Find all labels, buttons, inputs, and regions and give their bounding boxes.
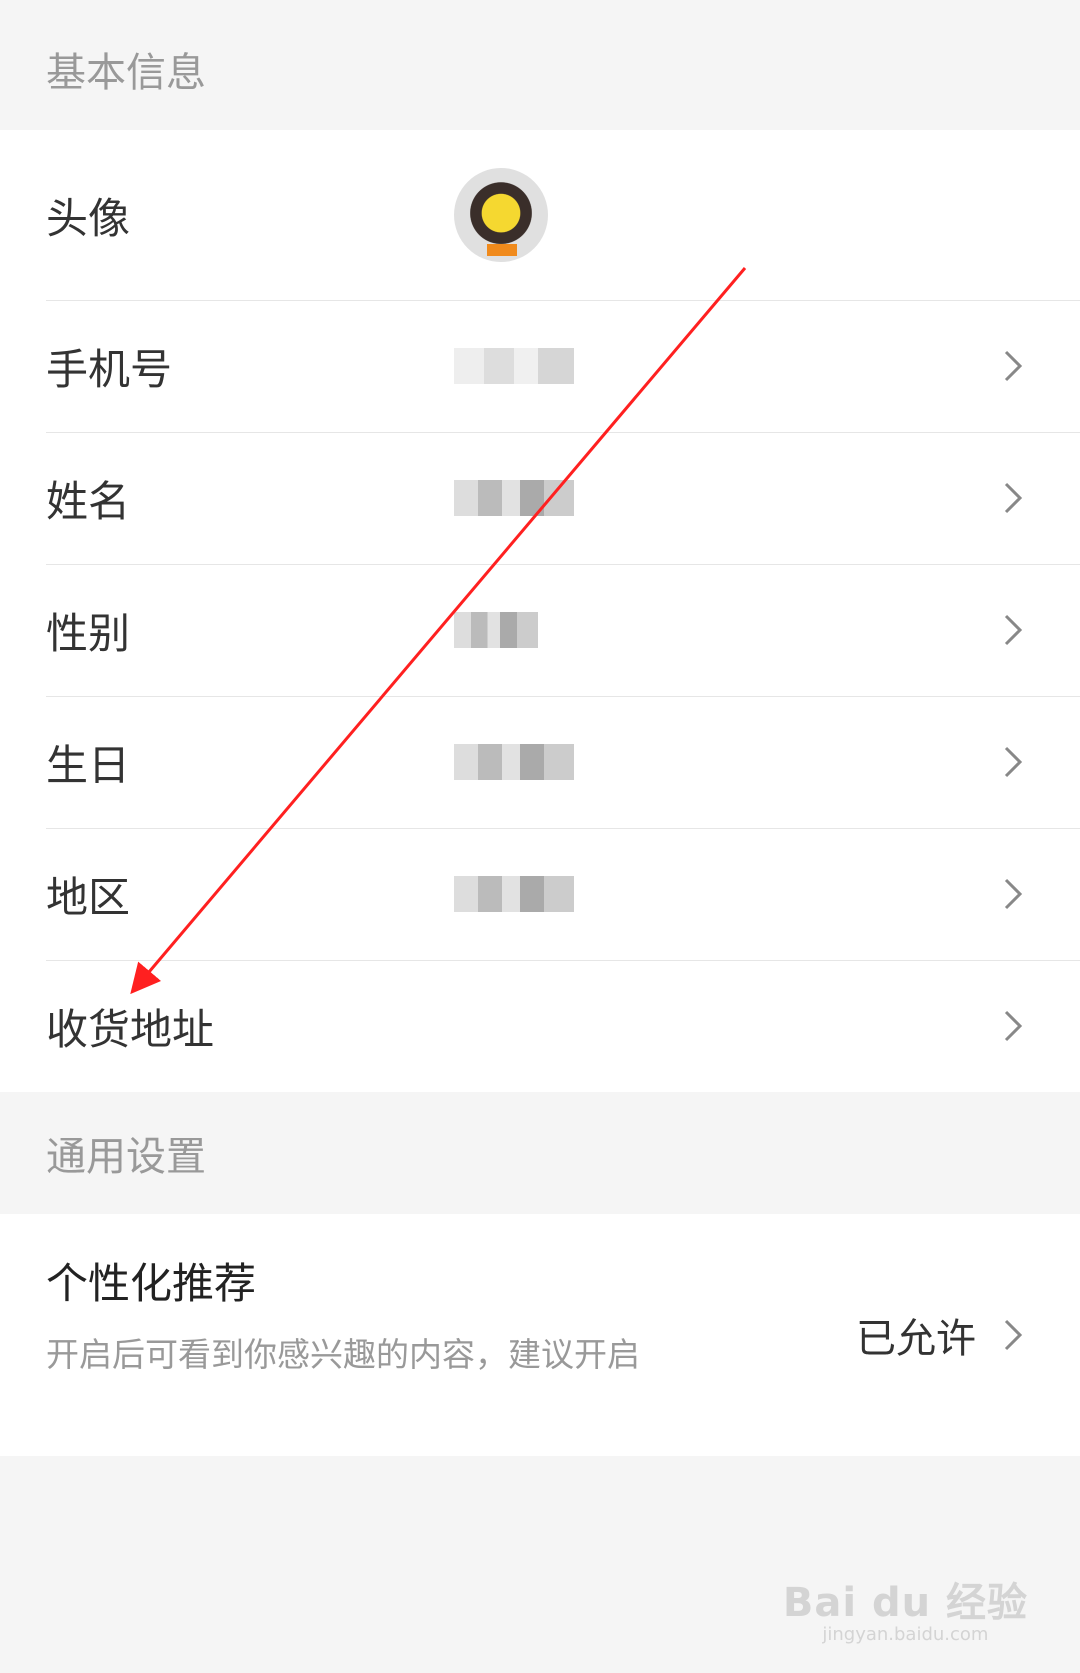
- row-label-phone: 手机号: [46, 344, 173, 394]
- watermark-brand: Bai du 经验: [782, 1580, 1028, 1626]
- avatar[interactable]: [454, 168, 548, 262]
- row-personalized-recommendation[interactable]: 个性化推荐 开启后可看到你感兴趣的内容，建议开启 已允许: [0, 1214, 1080, 1456]
- chevron-right-icon: [1004, 1010, 1023, 1042]
- basic-info-group: 头像 手机号 姓名 性别 生日 地区 收货地址: [0, 130, 1080, 1092]
- row-label-avatar: 头像: [46, 193, 131, 243]
- row-phone[interactable]: 手机号: [0, 300, 1080, 432]
- row-label-region: 地区: [46, 872, 131, 922]
- row-label-shipping-address: 收货地址: [46, 1004, 215, 1054]
- name-value-redacted: [454, 480, 574, 516]
- row-gender[interactable]: 性别: [0, 564, 1080, 696]
- chevron-right-icon: [1004, 482, 1023, 514]
- chevron-right-icon: [1004, 1319, 1023, 1351]
- basic-info-header: 基本信息: [0, 0, 1080, 130]
- footer-blank-area: Bai du 经验 jingyan.baidu.com: [0, 1456, 1080, 1673]
- basic-info-title: 基本信息: [46, 50, 206, 96]
- recommendation-description: 开启后可看到你感兴趣的内容，建议开启: [46, 1335, 640, 1374]
- row-label-gender: 性别: [46, 608, 131, 658]
- row-name[interactable]: 姓名: [0, 432, 1080, 564]
- chevron-right-icon: [1004, 350, 1023, 382]
- recommendation-title: 个性化推荐: [46, 1259, 257, 1308]
- row-shipping-address[interactable]: 收货地址: [0, 960, 1080, 1092]
- general-settings-header: 通用设置: [0, 1092, 1080, 1214]
- region-value-redacted: [454, 876, 574, 912]
- general-settings-title: 通用设置: [46, 1134, 206, 1180]
- birthday-value-redacted: [454, 744, 574, 780]
- chevron-right-icon: [1004, 746, 1023, 778]
- row-label-name: 姓名: [46, 476, 131, 526]
- gender-value-redacted: [454, 612, 538, 648]
- row-label-birthday: 生日: [46, 740, 131, 790]
- row-birthday[interactable]: 生日: [0, 696, 1080, 828]
- chevron-right-icon: [1004, 614, 1023, 646]
- recommendation-status: 已允许: [856, 1316, 976, 1362]
- row-region[interactable]: 地区: [0, 828, 1080, 960]
- phone-value-redacted: [454, 348, 574, 384]
- chevron-right-icon: [1004, 878, 1023, 910]
- row-avatar[interactable]: 头像: [0, 130, 1080, 300]
- baidu-jingyan-watermark: Bai du 经验 jingyan.baidu.com: [783, 1570, 1028, 1645]
